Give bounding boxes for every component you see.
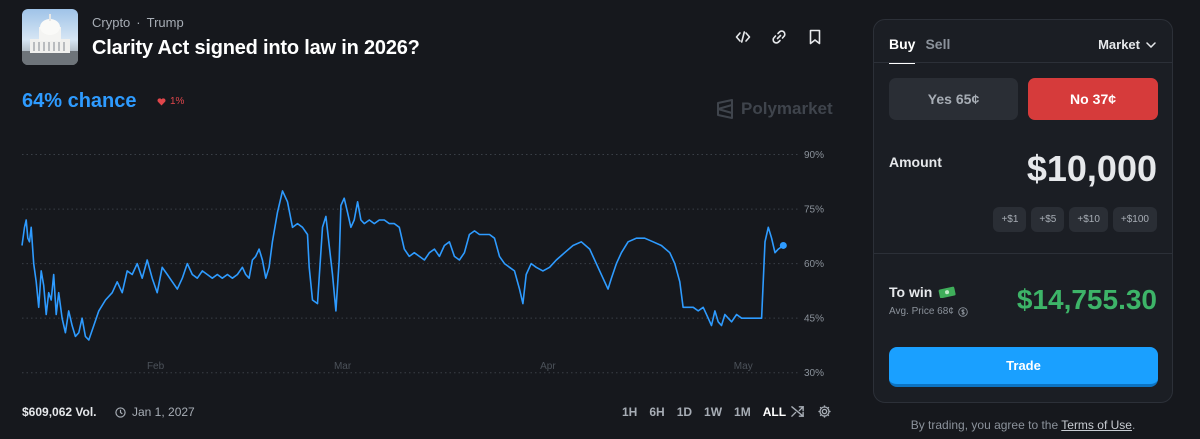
chart-grid [22,154,798,374]
chevron-down-icon [1146,41,1156,48]
x-tick-label: Apr [540,361,556,372]
no-label: No [1069,91,1089,107]
y-axis: 90% 75% 60% 45% 30% [804,150,824,379]
x-axis: Feb Mar Apr May [147,361,753,372]
x-tick-label: Feb [147,361,165,372]
polymarket-watermark: Polymarket [716,99,833,119]
to-win-label: To win [889,284,956,300]
order-type-dropdown[interactable]: Market [1098,37,1156,52]
shuffle-icon[interactable] [790,404,805,419]
money-icon [938,286,956,298]
range-6h[interactable]: 6H [649,405,664,419]
chance-delta: 1% [157,96,184,107]
clock-icon [115,406,126,418]
trade-button[interactable]: Trade [889,347,1158,387]
heart-down-icon [157,97,166,105]
header-actions [734,28,824,46]
category-crypto[interactable]: Crypto [92,15,130,30]
price-line [21,190,784,341]
quick-amount-button[interactable]: +$5 [1031,207,1065,232]
range-1w[interactable]: 1W [704,405,722,419]
order-type-label: Market [1098,37,1140,52]
bookmark-icon[interactable] [806,28,824,46]
yes-price: 65¢ [955,91,980,107]
y-tick-label: 60% [804,259,824,270]
to-win-text: To win [889,284,933,300]
x-tick-label: Mar [334,361,352,372]
price-chart[interactable]: 90% 75% 60% 45% 30% Feb Mar Apr May [0,140,845,380]
terms-prefix: By trading, you agree to the [910,418,1059,432]
range-all[interactable]: ALL [763,405,786,419]
avg-price-text: Avg. Price 68¢ [889,306,954,317]
range-1d[interactable]: 1D [677,405,692,419]
amount-input[interactable]: $10,000 [1027,148,1157,190]
volume: $609,062 Vol. [22,405,97,419]
category-trump[interactable]: Trump [147,15,184,30]
tab-buy[interactable]: Buy [889,36,916,64]
y-tick-label: 30% [804,368,824,379]
delta-text: 1% [170,96,185,107]
market-thumbnail [22,9,78,65]
no-button[interactable]: No 37¢ [1028,78,1158,120]
dollar-circle-icon[interactable] [958,306,968,317]
chart-tools [790,404,832,419]
quick-amount-button[interactable]: +$100 [1112,207,1157,232]
terms-suffix: . [1131,418,1136,432]
quick-amount-button[interactable]: +$10 [1069,207,1108,232]
current-price-dot [779,241,787,249]
x-tick-label: May [734,361,753,372]
y-tick-label: 45% [804,314,824,325]
terms-notice: By trading, you agree to the Terms of Us… [873,418,1173,432]
end-date-text: Jan 1, 2027 [132,405,195,419]
terms-link[interactable]: Terms of Use [1061,418,1132,432]
range-1m[interactable]: 1M [734,405,751,419]
tab-sell[interactable]: Sell [925,36,950,64]
panel-divider [874,253,1172,254]
no-price: 37¢ [1092,91,1117,107]
link-icon[interactable] [770,28,788,46]
breadcrumb-separator: · [136,15,141,30]
quick-amounts: +$1 +$5 +$10 +$100 [993,207,1157,232]
panel-divider [874,62,1172,63]
breadcrumb: Crypto · Trump [92,15,184,30]
end-date: Jan 1, 2027 [115,405,195,419]
avg-price: Avg. Price 68¢ [889,306,968,317]
trade-panel: Buy Sell Market Yes 65¢ No 37¢ Amount $1… [873,19,1173,403]
range-1h[interactable]: 1H [622,405,637,419]
market-title: Clarity Act signed into law in 2026? [92,37,420,59]
to-win-value: $14,755.30 [1016,284,1157,315]
trade-tabs: Buy Sell [889,36,950,64]
y-tick-label: 90% [804,150,824,161]
y-tick-label: 75% [804,205,824,216]
chance-value: 64% chance [22,90,137,112]
yes-button[interactable]: Yes 65¢ [889,78,1018,120]
gear-icon[interactable] [817,404,832,419]
polymarket-logo-icon [717,99,733,119]
watermark-text: Polymarket [741,99,833,118]
quick-amount-button[interactable]: +$1 [993,207,1027,232]
time-range-selector: 1H 6H 1D 1W 1M ALL [622,405,786,419]
code-icon[interactable] [734,28,752,46]
yes-label: Yes [927,91,952,107]
amount-label: Amount [889,154,942,170]
